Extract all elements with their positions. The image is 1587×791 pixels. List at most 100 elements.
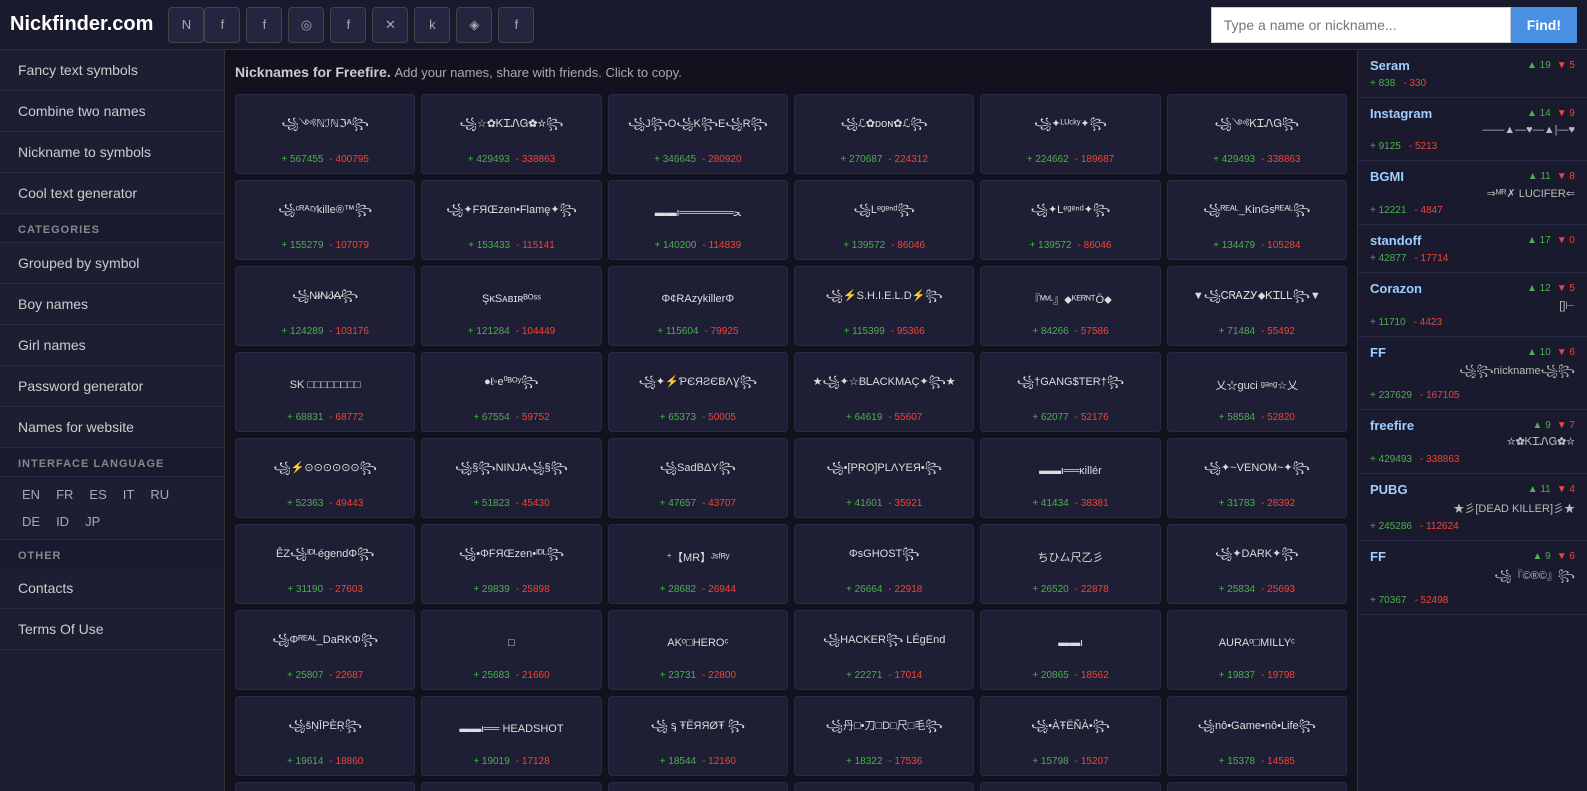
- right-panel-item[interactable]: Seram ▲ 19 ▼ 5 + 838 - 330: [1358, 50, 1587, 98]
- name-card[interactable]: ΦsGHOST꧂ + 26664 - 22918: [794, 524, 974, 604]
- sidebar-item-contacts[interactable]: Contacts: [0, 568, 224, 609]
- name-card[interactable]: ▬▬ι══ HEADSHOT + 19019 - 17128: [421, 696, 601, 776]
- right-panel-item[interactable]: Instagram ▲ 14 ▼ 9 ——▲—♥—▲|—♥ + 9125 - 5…: [1358, 98, 1587, 161]
- name-card[interactable]: ꧁ᶜᴿᴬᶻʸkille®™꧂ + 155279 - 107079: [235, 180, 415, 260]
- name-card[interactable]: ꧁$ЄЯIGo□□•刀□꧂ + 14500 - 14050: [421, 782, 601, 791]
- name-card[interactable]: ꧁☆✿ᏦᏆᏁᏀ✿☆꧂ + 429493 - 338863: [421, 94, 601, 174]
- name-card[interactable]: ▬▬ι══ᴋillér + 41434 - 38381: [980, 438, 1160, 518]
- name-card[interactable]: ⁺【MR】ᴶˢᶠᴿʸ + 28682 - 26944: [608, 524, 788, 604]
- lang-en[interactable]: EN: [18, 485, 44, 504]
- right-panel-item[interactable]: standoff ▲ 17 ▼ 0 + 42877 - 17714: [1358, 225, 1587, 273]
- name-card[interactable]: AKᵒ□HEROᶜ + 23731 - 22800: [608, 610, 788, 690]
- right-panel-item[interactable]: Corazon ▲ 12 ▼ 5 []⊢ + 11710 - 4423: [1358, 273, 1587, 337]
- sidebar-item-girl[interactable]: Girl names: [0, 325, 224, 366]
- name-card[interactable]: ꧁N̷I̷N̷J̷A̷꧂ + 124289 - 103176: [235, 266, 415, 346]
- header-icon-k[interactable]: k: [414, 7, 450, 43]
- header-icon-n[interactable]: N: [168, 7, 204, 43]
- name-card[interactable]: §ŦŘeXiN꧂□ + 11000 - 8000: [1167, 782, 1347, 791]
- name-card[interactable]: svinnа ✓ + 12000 - 9000: [980, 782, 1160, 791]
- name-card[interactable]: 『ᴹᵛᴸ』⬥ᴷᴱᴿᴺᵀÖ⬥ + 84266 - 57586: [980, 266, 1160, 346]
- lang-es[interactable]: ES: [85, 485, 110, 504]
- name-card[interactable]: ꧁•ÀŦËÑÀ•꧂ + 15798 - 15207: [980, 696, 1160, 776]
- right-panel-item[interactable]: BGMI ▲ 11 ▼ 8 ⇒ᴹᴿ✗ LUCIFER⇐ + 12221 - 48…: [1358, 161, 1587, 225]
- name-card[interactable]: ꧁ℒ✿ᴅᴏɴ✿ℒ꧂ + 270687 - 224312: [794, 94, 974, 174]
- name-card[interactable]: ꧁✦⚡ƤЄЯƧЄBΛƔ꧂ + 65373 - 50005: [608, 352, 788, 432]
- name-card[interactable]: 乂☆guci ᵍᵃⁿᵍ☆乂 + 58584 - 52820: [1167, 352, 1347, 432]
- name-card[interactable]: ꧁丹□•刀□D□尺□毛꧂ + 18322 - 17536: [794, 696, 974, 776]
- header-icon-circle[interactable]: ◎: [288, 7, 324, 43]
- name-card[interactable]: ꧁J꧂O꧁K꧂E꧁R꧂ + 346645 - 280920: [608, 94, 788, 174]
- name-stats: + 134479 - 105284: [1213, 240, 1300, 251]
- header-icon-f4[interactable]: f: [498, 7, 534, 43]
- lang-it[interactable]: IT: [119, 485, 139, 504]
- name-card[interactable]: ꧁§꧂NINJA꧁§꧂ + 51823 - 45430: [421, 438, 601, 518]
- header-icon-x[interactable]: ✕: [372, 7, 408, 43]
- sidebar-item-cool[interactable]: Cool text generator: [0, 173, 224, 214]
- stat-down: - 400795: [329, 154, 368, 165]
- stat-down: - 12160: [702, 756, 736, 767]
- name-card[interactable]: □ + 25683 - 21660: [421, 610, 601, 690]
- name-card[interactable]: ★꧁✦☆BᏞACKMAÇ✦꧂★ + 64619 - 55607: [794, 352, 974, 432]
- right-panel-item[interactable]: FF ▲ 9 ▼ 6 ꧁『©®©』꧂ + 70367 - 52498: [1358, 541, 1587, 615]
- lang-ru[interactable]: RU: [146, 485, 173, 504]
- logo[interactable]: Nickfinder.com: [10, 13, 153, 36]
- lang-id[interactable]: ID: [52, 512, 73, 531]
- header-icon-f2[interactable]: f: [246, 7, 282, 43]
- name-card[interactable]: Φ¢RAzykillerΦ + 115604 - 79925: [608, 266, 788, 346]
- stat-up: + 224662: [1027, 154, 1069, 165]
- name-card[interactable]: ꧁⚡⊙⊙⊙⊙⊙⊙꧂ + 52363 - 49443: [235, 438, 415, 518]
- name-card[interactable]: □□□□SpartaN□□□ + 13000 - 11000: [794, 782, 974, 791]
- header-icon-f3[interactable]: f: [330, 7, 366, 43]
- name-card[interactable]: ŞᴋSᴀʙɪʀᴮᴼˢˢ + 121284 - 104449: [421, 266, 601, 346]
- sidebar-item-combine[interactable]: Combine two names: [0, 91, 224, 132]
- search-button[interactable]: Find!: [1511, 7, 1577, 43]
- name-card[interactable]: ꧁༺ℕℐℕℑᴬ꧂ + 567455 - 400795: [235, 94, 415, 174]
- sidebar-item-fancy[interactable]: Fancy text symbols: [0, 50, 224, 91]
- name-card[interactable]: ꧁༺ᏦᏆᏁᏀ꧂ + 429493 - 338863: [1167, 94, 1347, 174]
- right-panel-item[interactable]: PUBG ▲ 11 ▼ 4 ★彡[DEAD KILLER]彡★ + 245286…: [1358, 474, 1587, 541]
- right-panel-item[interactable]: FF ▲ 10 ▼ 6 ꧁꧂nickname꧁꧂ + 237629 - 1671…: [1358, 337, 1587, 410]
- name-card[interactable]: ꧁šŅĪPÈŖ꧂ + 19614 - 18860: [235, 696, 415, 776]
- name-card[interactable]: ꧁SadBΔY꧂ + 47657 - 43707: [608, 438, 788, 518]
- name-card[interactable]: ꧁✦FЯŒzen•Flamę✦꧂ + 153433 - 115141: [421, 180, 601, 260]
- name-card[interactable]: ꧁•ΦFЯŒzen•ᴵᴰᴸ꧂ + 29839 - 25898: [421, 524, 601, 604]
- name-card[interactable]: ▼꧁ᏟᏒᎪᏃᎩ⬥ᏦᏆᏞᏞ꧂▼ + 71484 - 55492: [1167, 266, 1347, 346]
- name-card[interactable]: ꧁✦DARK✦꧂ + 25834 - 25693: [1167, 524, 1347, 604]
- name-card[interactable]: ▬▬ι + 20865 - 18562: [980, 610, 1160, 690]
- name-card[interactable]: ꧁•[PRO]PLΛYEЯ•꧂ + 41601 - 35921: [794, 438, 974, 518]
- name-card[interactable]: ちひ厶尺乙彡 + 26520 - 22878: [980, 524, 1160, 604]
- name-card[interactable]: ꧁ᴿᴱᴬᴸ_KinGsᴿᴱᴬᴸ꧂ + 134479 - 105284: [1167, 180, 1347, 260]
- stat-down: - 95366: [891, 326, 925, 337]
- name-card[interactable]: ÊZ꧁ᴵᴰᴸégendΦ꧂ + 31190 - 27603: [235, 524, 415, 604]
- name-card[interactable]: ꧁✦Lᵉᵍᵉⁿᵈ✦꧂ + 139572 - 86046: [980, 180, 1160, 260]
- sidebar-item-grouped[interactable]: Grouped by symbol: [0, 243, 224, 284]
- name-card[interactable]: ꧁nô•Game•nô•Life꧂ + 15378 - 14585: [1167, 696, 1347, 776]
- sidebar-item-terms[interactable]: Terms Of Use: [0, 609, 224, 650]
- right-item-name: FF: [1370, 549, 1386, 564]
- name-card[interactable]: ꧁Lᵉᵍᵉⁿᵈ꧂ + 139572 - 86046: [794, 180, 974, 260]
- header-icon-f1[interactable]: f: [204, 7, 240, 43]
- name-card[interactable]: ꧁HACKER꧂ LÉgEnd + 22271 - 17014: [794, 610, 974, 690]
- right-panel-item[interactable]: freefire ▲ 9 ▼ 7 ☆✿ᏦᏆᏁᏀ✿☆ + 429493 - 338…: [1358, 410, 1587, 474]
- name-card[interactable]: 『VLT』°βℜ¥Ñ€ + 15356 - 12498: [235, 782, 415, 791]
- sidebar-item-boy[interactable]: Boy names: [0, 284, 224, 325]
- name-card[interactable]: ꧁†GANG$TER†꧂ + 62077 - 52176: [980, 352, 1160, 432]
- name-card[interactable]: ▬▬ι═══════ﺤ + 140200 - 114839: [608, 180, 788, 260]
- lang-fr[interactable]: FR: [52, 485, 77, 504]
- lang-de[interactable]: DE: [18, 512, 44, 531]
- sidebar-item-names-website[interactable]: Names for website: [0, 407, 224, 448]
- header-icon-diamond[interactable]: ◈: [456, 7, 492, 43]
- sidebar-item-nickname[interactable]: Nickname to symbols: [0, 132, 224, 173]
- name-card[interactable]: ꧁ ᶊ ŦËЯЯØŦ ꧂ + 18544 - 12160: [608, 696, 788, 776]
- sidebar-item-password[interactable]: Password generator: [0, 366, 224, 407]
- lang-jp[interactable]: JP: [81, 512, 104, 531]
- name-card[interactable]: SK □□□□□□□□ + 68831 - 68772: [235, 352, 415, 432]
- name-card[interactable]: ꧁Φᴿᴱᴬᴸ_DaRKΦ꧂ + 25807 - 22687: [235, 610, 415, 690]
- search-input[interactable]: [1211, 7, 1511, 43]
- name-card[interactable]: ꧁✦ᴸᵁᶜᵏʸ✦꧂ + 224662 - 189687: [980, 94, 1160, 174]
- name-card[interactable]: ꧁⚡S.H.I.E.L.D⚡꧂ + 115399 - 95366: [794, 266, 974, 346]
- name-card[interactable]: ꧁ÀŞÀŞŞINSBLÀÇK꧂ + 15000 - 13000: [608, 782, 788, 791]
- name-card[interactable]: ꧁✦~VENOM~✦꧂ + 31783 - 28392: [1167, 438, 1347, 518]
- name-card[interactable]: ⦁ℓ◦e⁰ᴮᴼʸ꧂ + 67554 - 59752: [421, 352, 601, 432]
- name-card[interactable]: AURAᵒ□MILLYᶜ + 19837 - 19798: [1167, 610, 1347, 690]
